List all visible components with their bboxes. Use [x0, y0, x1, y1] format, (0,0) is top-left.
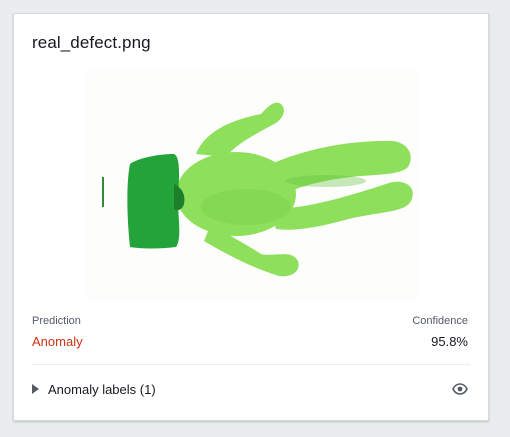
confidence-label: Confidence: [412, 315, 468, 327]
anomaly-labels-toggle[interactable]: Anomaly labels (1): [32, 380, 156, 398]
caret-right-icon: [32, 384, 39, 394]
prediction-value: Anomaly: [32, 334, 83, 349]
prediction-label: Prediction: [32, 315, 81, 327]
image-title: real_defect.png: [32, 33, 151, 52]
confidence-value: 95.8%: [431, 334, 468, 349]
anomaly-labels-text: Anomaly labels (1): [48, 381, 156, 397]
eye-icon[interactable]: [452, 382, 468, 396]
figure-shape: [176, 102, 413, 277]
result-card: real_defect.png Prediction Confidence An…: [13, 13, 489, 421]
anomaly-overlay: [127, 154, 180, 249]
divider: [32, 364, 470, 365]
inspected-image: [86, 69, 418, 301]
